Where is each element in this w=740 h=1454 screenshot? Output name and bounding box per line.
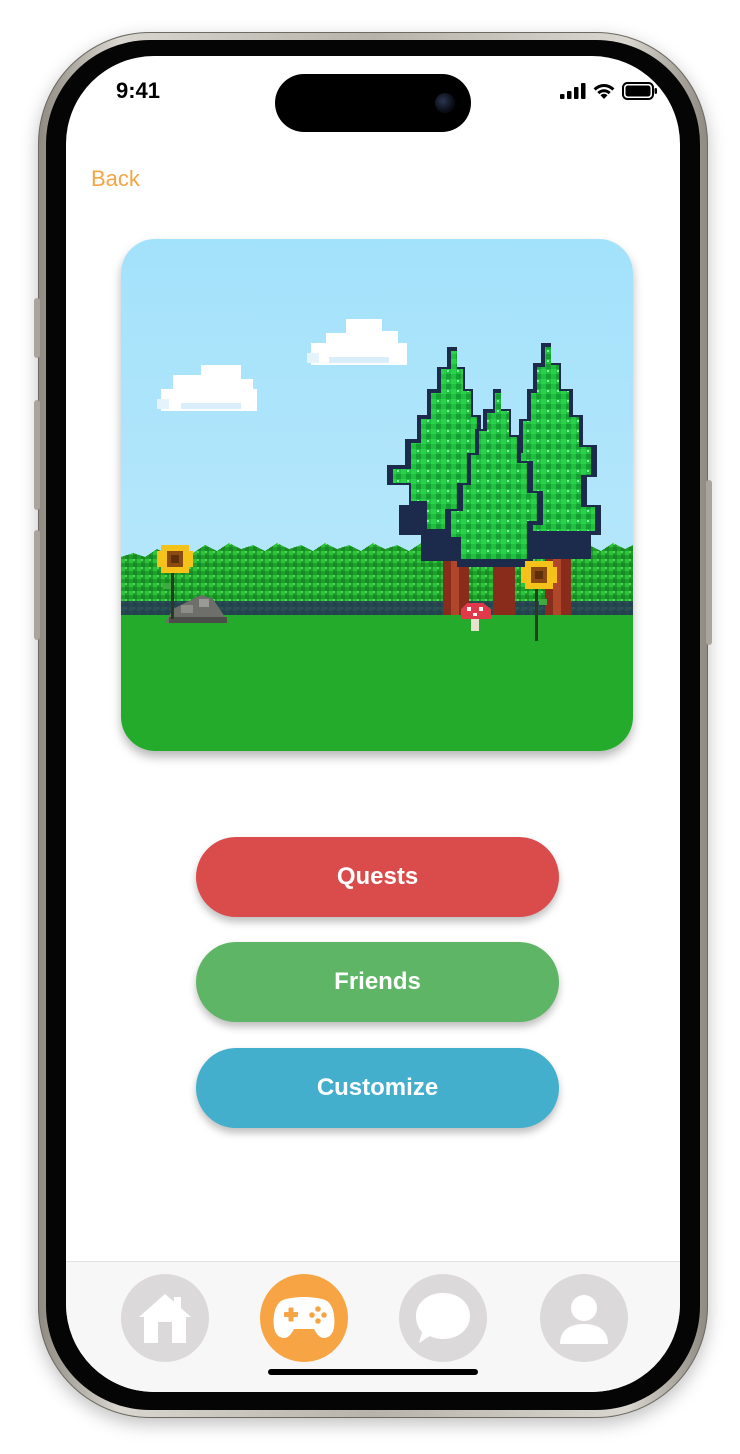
- tab-profile[interactable]: [540, 1274, 628, 1362]
- home-indicator[interactable]: [268, 1369, 478, 1375]
- customize-button[interactable]: Customize: [196, 1048, 559, 1128]
- phone-volume-down-button: [34, 530, 40, 640]
- cellular-signal-icon: [560, 83, 586, 99]
- dynamic-island: [275, 74, 471, 132]
- phone-volume-up-button: [34, 400, 40, 510]
- wifi-icon: [593, 84, 615, 99]
- grass-ground: [121, 615, 633, 751]
- gamepad-icon: [273, 1297, 335, 1338]
- front-camera-icon: [435, 93, 455, 113]
- phone-power-button: [706, 480, 712, 645]
- quests-button[interactable]: Quests: [196, 837, 559, 917]
- home-icon: [139, 1294, 191, 1343]
- tab-chat[interactable]: [399, 1274, 487, 1362]
- game-scene-image: [121, 239, 633, 751]
- chat-icon: [416, 1293, 470, 1343]
- pixel-forest-scene: [121, 239, 633, 751]
- profile-icon: [560, 1295, 608, 1344]
- battery-icon: [622, 82, 657, 100]
- status-time: 9:41: [116, 78, 161, 103]
- friends-button[interactable]: Friends: [196, 942, 559, 1022]
- back-button[interactable]: Back: [91, 166, 140, 192]
- tab-games[interactable]: [260, 1274, 348, 1362]
- phone-screen: 9:41 Back Quests Friends Customize: [66, 56, 680, 1392]
- status-icons: [560, 82, 658, 100]
- phone-action-button: [34, 298, 40, 358]
- tab-home[interactable]: [121, 1274, 209, 1362]
